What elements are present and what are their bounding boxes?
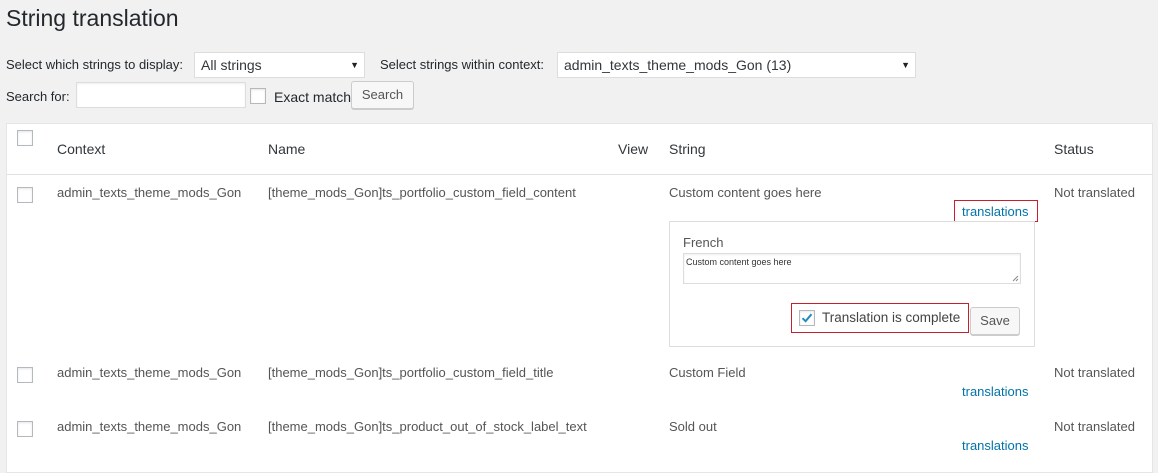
row-checkbox[interactable] xyxy=(17,187,33,203)
select-all-checkbox[interactable] xyxy=(17,130,33,146)
context-filter-value: admin_texts_theme_mods_Gon (13) xyxy=(564,57,792,73)
language-label: French xyxy=(683,235,724,250)
row-context: admin_texts_theme_mods_Gon xyxy=(57,185,242,200)
column-header-context[interactable]: Context xyxy=(57,141,105,157)
row-name: [theme_mods_Gon]ts_product_out_of_stock_… xyxy=(268,419,587,434)
row-string: Custom Field xyxy=(669,365,746,380)
save-button[interactable]: Save xyxy=(970,307,1020,335)
row-context: admin_texts_theme_mods_Gon xyxy=(57,419,242,434)
exact-match-label: Exact match xyxy=(274,89,352,105)
row-string: Custom content goes here xyxy=(669,185,822,200)
translation-text: Custom content goes here xyxy=(686,257,792,267)
translation-complete-label[interactable]: Translation is complete xyxy=(822,310,960,325)
translations-link[interactable]: translations xyxy=(962,438,1028,453)
column-header-string[interactable]: String xyxy=(669,141,706,157)
row-checkbox[interactable] xyxy=(17,367,33,383)
translations-link[interactable]: translations xyxy=(962,384,1028,399)
row-status: Not translated xyxy=(1054,185,1135,200)
column-header-status[interactable]: Status xyxy=(1054,141,1094,157)
row-checkbox[interactable] xyxy=(17,421,33,437)
strings-table: Context Name View String Status admin_te… xyxy=(6,123,1153,473)
page-title: String translation xyxy=(6,5,179,31)
display-filter-value: All strings xyxy=(201,57,262,73)
row-status: Not translated xyxy=(1054,365,1135,380)
translation-editor-panel: French Custom content goes here Translat… xyxy=(669,221,1035,347)
column-header-name[interactable]: Name xyxy=(268,141,305,157)
translation-complete-checkbox[interactable] xyxy=(799,310,815,326)
translation-textarea[interactable]: Custom content goes here xyxy=(683,253,1021,284)
search-button[interactable]: Search xyxy=(351,81,414,109)
translations-link[interactable]: translations xyxy=(962,204,1028,219)
header-divider xyxy=(7,174,1152,175)
context-filter-label: Select strings within context: xyxy=(380,57,545,72)
search-input[interactable] xyxy=(76,82,246,108)
row-name: [theme_mods_Gon]ts_portfolio_custom_fiel… xyxy=(268,185,576,200)
resize-handle-icon[interactable] xyxy=(1012,275,1019,282)
checkmark-icon xyxy=(801,313,813,323)
row-name: [theme_mods_Gon]ts_portfolio_custom_fiel… xyxy=(268,365,554,380)
dropdown-arrow-icon: ▼ xyxy=(901,60,910,70)
exact-match-checkbox[interactable] xyxy=(250,88,266,104)
search-label: Search for: xyxy=(6,89,70,104)
display-filter-label: Select which strings to display: xyxy=(6,57,184,72)
row-status: Not translated xyxy=(1054,419,1135,434)
context-filter-select[interactable]: admin_texts_theme_mods_Gon (13) ▼ xyxy=(557,52,916,78)
display-filter-select[interactable]: All strings ▼ xyxy=(194,52,365,78)
row-context: admin_texts_theme_mods_Gon xyxy=(57,365,242,380)
column-header-view: View xyxy=(618,141,649,157)
dropdown-arrow-icon: ▼ xyxy=(350,60,359,70)
row-string: Sold out xyxy=(669,419,717,434)
